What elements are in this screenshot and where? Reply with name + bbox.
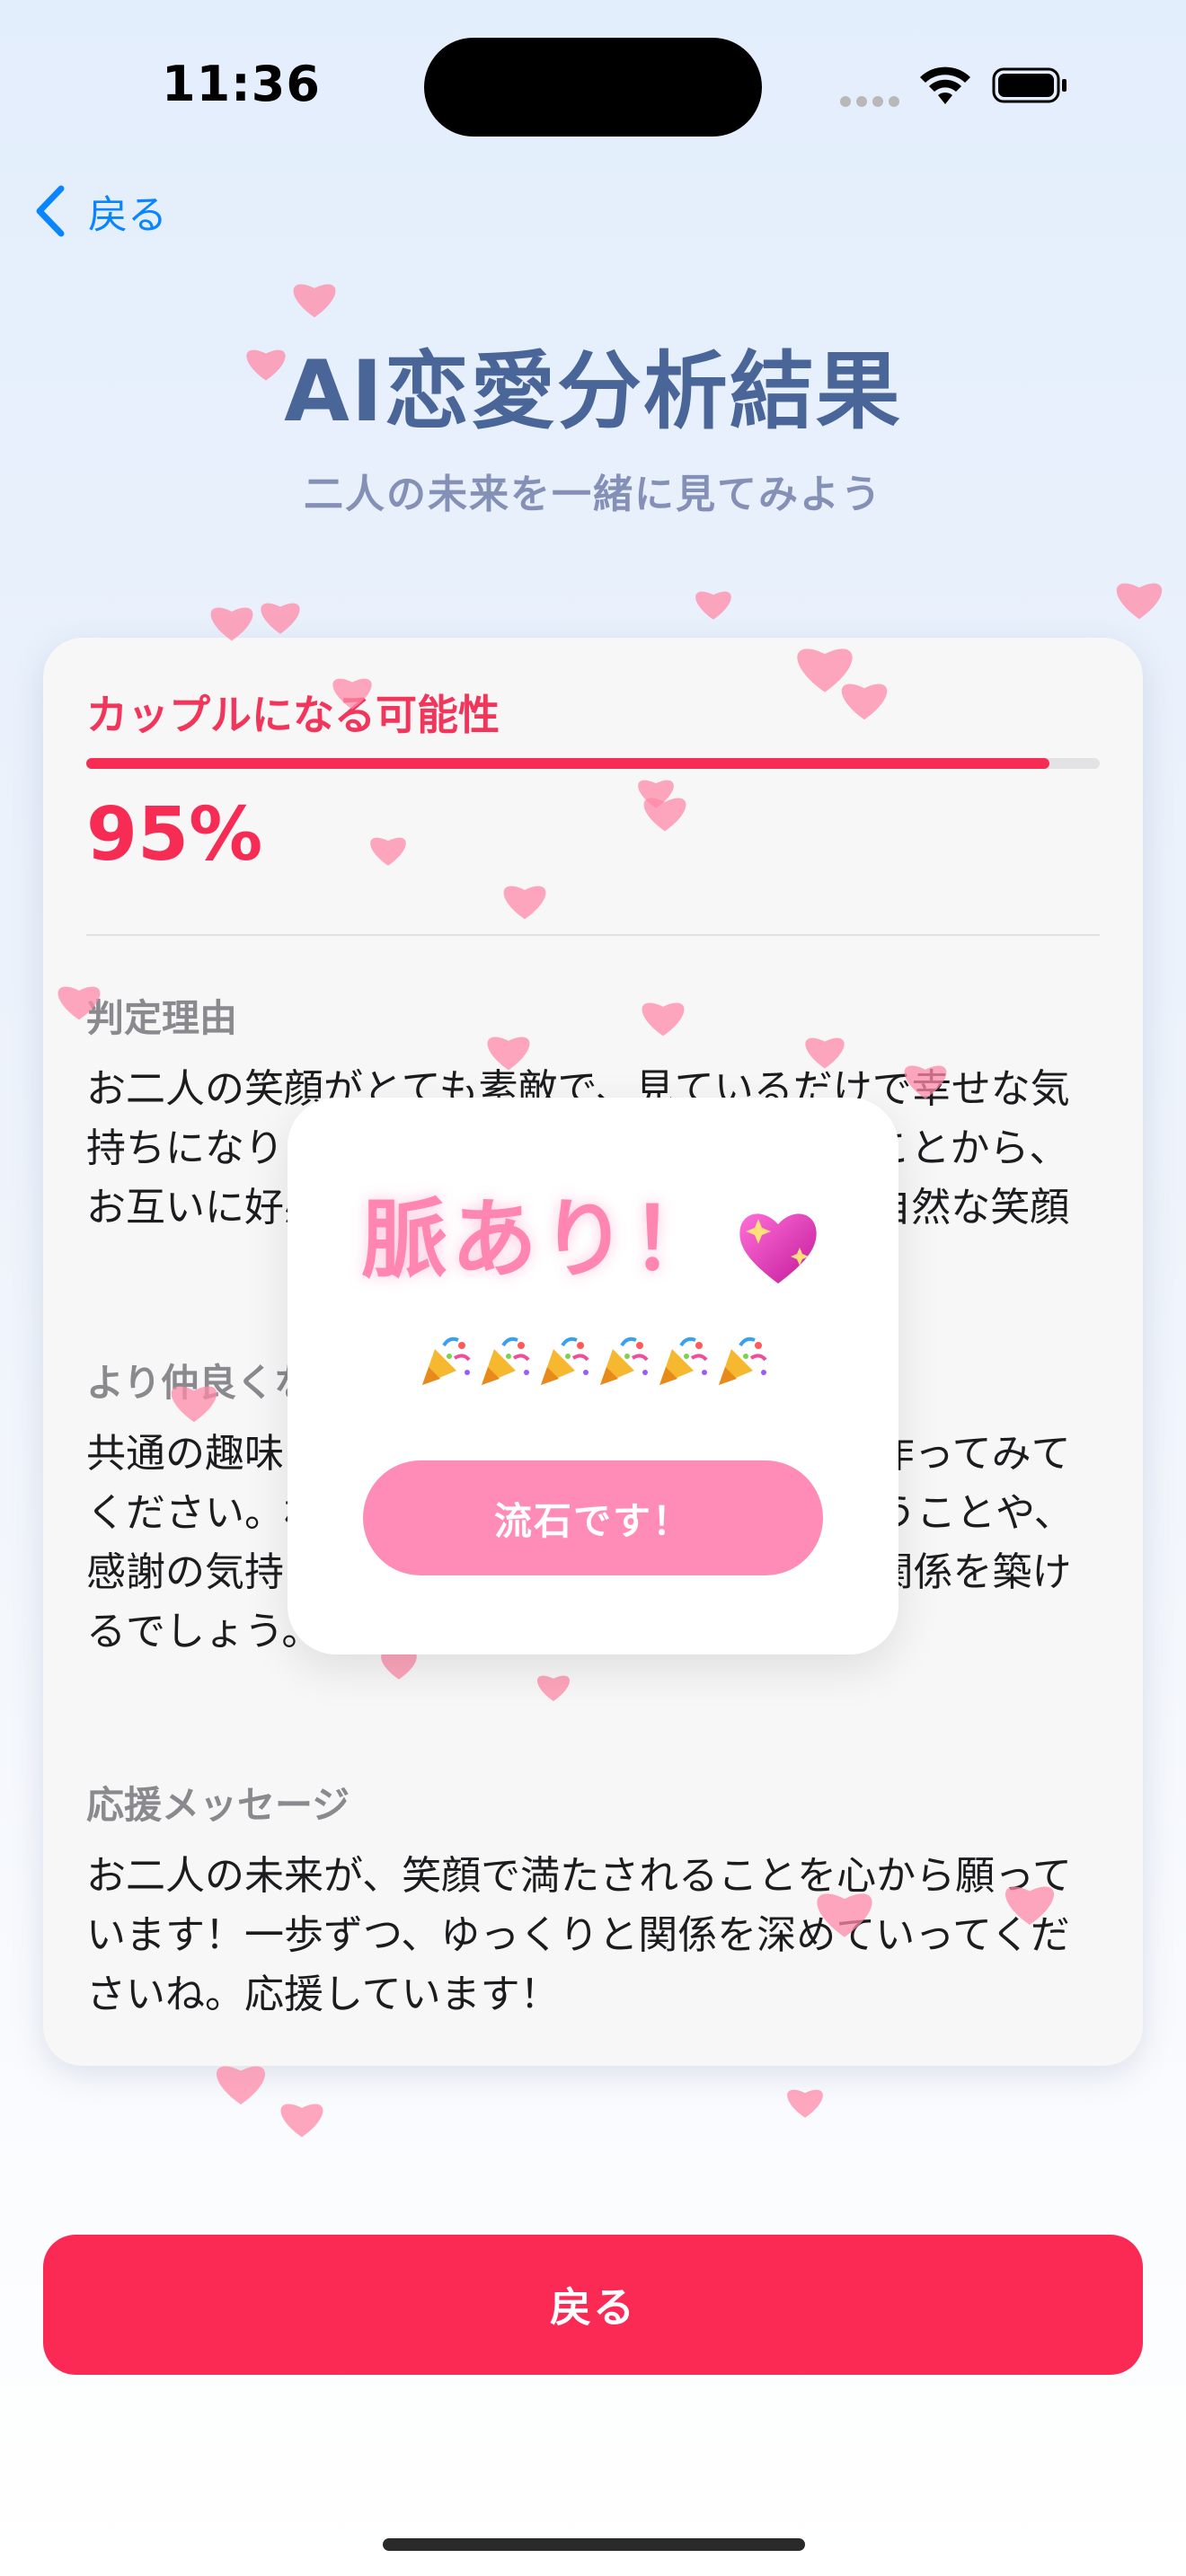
result-dialog: 脈あり！ 流石です！ [288, 1098, 898, 1654]
heart-decoration-icon [695, 591, 731, 620]
heart-decoration-icon [1116, 583, 1163, 620]
party-popper-icon [482, 1337, 530, 1385]
party-popper-icon [600, 1337, 649, 1385]
page-title: AI恋愛分析結果 [284, 343, 902, 441]
divider [86, 934, 1100, 936]
page-subtitle: 二人の未来を一緒に見てみよう [304, 472, 882, 517]
party-popper-icon [541, 1337, 589, 1385]
status-time: 11:36 [162, 56, 321, 112]
heart-decoration-icon [216, 2066, 266, 2104]
probability-value: 95% [86, 792, 263, 878]
reason-heading: 判定理由 [86, 996, 238, 1040]
party-popper-icon [659, 1337, 708, 1385]
chevron-left-icon [36, 185, 65, 237]
sparkling-heart-icon [739, 1213, 817, 1284]
dialog-title-text: 脈あり！ [361, 1189, 721, 1290]
heart-decoration-icon [210, 607, 253, 641]
heart-decoration-icon [293, 284, 336, 318]
cellular-signal-icon [840, 93, 905, 110]
heart-decoration-icon [261, 603, 300, 634]
message-text: お二人の未来が、笑顔で満たされることを心から願っています！一歩ずつ、ゆっくりと関… [86, 1853, 1072, 2017]
party-popper-icon [719, 1337, 767, 1385]
probability-bar [86, 758, 1100, 769]
back-link[interactable]: 戻る [32, 180, 167, 243]
dialog-confirm-button[interactable]: 流石です！ [363, 1460, 823, 1575]
party-popper-row [288, 1333, 898, 1392]
battery-icon [992, 67, 1067, 103]
dynamic-island [424, 38, 762, 137]
status-bar: 11:36 [0, 0, 1186, 171]
party-popper-icon [422, 1337, 471, 1385]
wifi-icon [920, 66, 970, 104]
probability-bar-fill [86, 758, 1049, 769]
heart-decoration-icon [787, 2089, 823, 2118]
probability-label: カップルになる可能性 [86, 691, 500, 739]
home-indicator [383, 2538, 805, 2551]
dialog-title: 脈あり！ [288, 1169, 898, 1294]
back-link-label: 戻る [88, 192, 167, 238]
heart-decoration-icon [280, 2104, 323, 2138]
back-button[interactable]: 戻る [43, 2235, 1143, 2375]
message-heading: 応援メッセージ [86, 1783, 350, 1827]
